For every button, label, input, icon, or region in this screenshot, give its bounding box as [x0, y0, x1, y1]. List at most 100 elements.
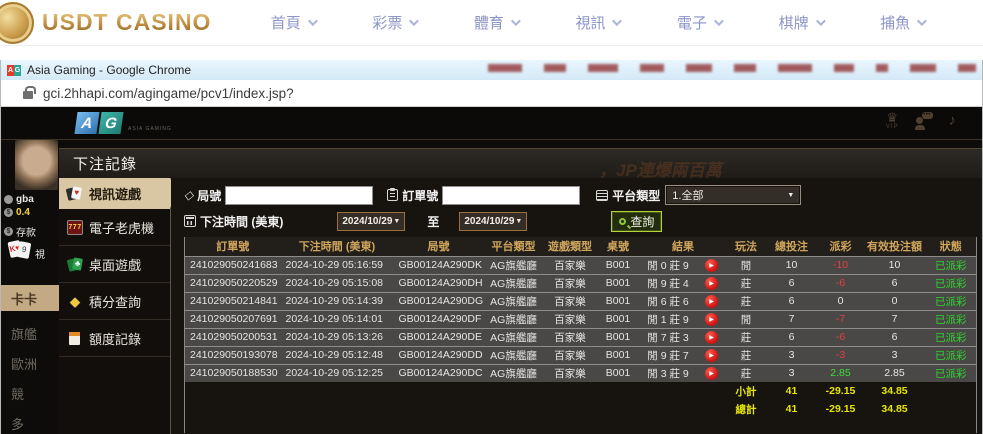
chat-body — [915, 125, 925, 130]
main-nav: 首頁 彩票 體育 視訊 電子 棋牌 捕魚 — [232, 12, 983, 33]
nav-item-live[interactable]: 視訊 — [575, 12, 619, 33]
play-cell: 莊 — [727, 346, 766, 364]
chrome-popup-window: AG Asia Gaming - Google Chrome gci.2hhap… — [0, 60, 983, 434]
dropdown-arrow-icon: ▼ — [515, 218, 522, 225]
sidebar-item-jing[interactable]: 競 — [1, 380, 59, 406]
date-to-picker[interactable]: 2024/10/29 ▼ — [459, 212, 527, 231]
col-header-result: 結果 — [640, 237, 727, 256]
nav-item-lottery[interactable]: 彩票 — [372, 12, 416, 33]
table-row: 2410290502148412024-10-29 05:14:39GB0012… — [185, 292, 977, 310]
play-cell: 閒 — [727, 310, 766, 328]
table-row: 2410290502205292024-10-29 05:15:08GB0012… — [185, 274, 977, 292]
order-input[interactable] — [442, 186, 580, 205]
clipped-label: 視 — [35, 246, 45, 261]
window-title: Asia Gaming - Google Chrome — [27, 63, 191, 77]
replay-cell: ▶ — [697, 310, 727, 328]
menu-item-quota-record[interactable]: 額度記錄 — [59, 320, 170, 357]
search-button[interactable]: 查詢 — [611, 211, 662, 232]
balance: 0.4 — [16, 207, 30, 218]
col-header-order: 訂單號 — [185, 237, 281, 256]
deposit-row[interactable]: $ 存款 — [4, 224, 36, 239]
sidebar-item-europe[interactable]: 歐洲 — [1, 350, 59, 376]
platform-cell: AG旗艦廳 — [484, 310, 544, 328]
play-cell: 莊 — [727, 364, 766, 382]
time-cell: 2024-10-29 05:16:59 — [281, 256, 394, 274]
green-cards-icon: ♣ — [67, 257, 83, 272]
customer-service-icon[interactable]: ••• — [915, 112, 933, 130]
replay-play-icon[interactable]: ▶ — [705, 259, 718, 272]
empty-row — [185, 418, 977, 433]
table-row: 2410290502005312024-10-29 05:13:26GB0012… — [185, 328, 977, 346]
result-cell: 閒 9 莊 4 — [640, 274, 697, 292]
dropdown-arrow-icon: ▼ — [787, 192, 794, 199]
payout-cell: 0 — [818, 292, 864, 310]
platform-cell: AG旗艦廳 — [484, 256, 544, 274]
bet-record-table: 訂單號 下注時間 (美東) 局號 平台類型 遊戲類型 桌號 結果 玩法 總投注 — [184, 237, 977, 433]
sidebar-item-flagship[interactable]: 旗艦 — [1, 320, 59, 346]
nav-item-slots[interactable]: 電子 — [677, 12, 721, 33]
sidebar-item-kaka[interactable]: 卡卡 — [1, 285, 59, 311]
window-title-bar[interactable]: AG Asia Gaming - Google Chrome — [1, 60, 982, 80]
platform-cell: AG旗艦廳 — [484, 364, 544, 382]
game-cell: 百家樂 — [544, 310, 597, 328]
order-cell: 241029050193078 — [185, 346, 281, 364]
total-label: 總計 — [727, 400, 766, 418]
replay-play-icon[interactable]: ▶ — [705, 349, 718, 362]
cards-icon: ♥ — [67, 186, 83, 201]
time-cell: 2024-10-29 05:14:39 — [281, 292, 394, 310]
replay-play-icon[interactable]: ▶ — [705, 295, 718, 308]
game-cell: 百家樂 — [544, 274, 597, 292]
nav-item-fishing[interactable]: 捕魚 — [880, 12, 924, 33]
nav-item-cards[interactable]: 棋牌 — [779, 12, 823, 33]
nav-item-sports[interactable]: 體育 — [474, 12, 518, 33]
time-cell: 2024-10-29 05:13:26 — [281, 328, 394, 346]
replay-play-icon[interactable]: ▶ — [705, 313, 718, 326]
music-icon[interactable]: ♪ — [949, 112, 957, 129]
menu-item-points-query[interactable]: ◆ 積分查詢 — [59, 283, 170, 320]
deposit-label: 存款 — [16, 224, 36, 239]
user-icon — [4, 195, 13, 204]
gem-icon: ◆ — [67, 294, 83, 309]
platform-filter-label: 平台類型 — [596, 187, 660, 204]
replay-play-icon[interactable]: ▶ — [705, 277, 718, 290]
screen: USDT CASINO 首頁 彩票 體育 視訊 電子 棋牌 捕魚 AG Asia… — [0, 0, 983, 434]
clipboard-icon — [387, 189, 398, 201]
replay-play-icon[interactable]: ▶ — [705, 367, 718, 380]
status-cell: 已派彩 — [926, 274, 977, 292]
game-cell: 百家樂 — [544, 346, 597, 364]
replay-play-icon[interactable]: ▶ — [705, 331, 718, 344]
chevron-down-icon — [308, 16, 318, 26]
menu-item-slot-machine[interactable]: 777 電子老虎機 — [59, 209, 170, 246]
ag-logo-g: G — [98, 112, 123, 134]
nav-label: 棋牌 — [779, 12, 809, 33]
chevron-down-icon — [409, 16, 419, 26]
payout-cell: -6 — [818, 328, 864, 346]
table-cell: B001 — [597, 310, 640, 328]
payout-cell: 2.85 — [818, 364, 864, 382]
menu-label: 額度記錄 — [89, 329, 141, 348]
menu-item-live-games[interactable]: ♥ 視訊遊戲 — [59, 178, 170, 209]
col-header-total-bet: 總投注 — [766, 237, 818, 256]
site-logo[interactable]: USDT CASINO — [0, 2, 232, 44]
platform-select[interactable]: 1.全部 ▼ — [665, 185, 801, 205]
table-row: 2410290501885302024-10-29 05:12:25GB0012… — [185, 364, 977, 382]
status-cell: 已派彩 — [926, 310, 977, 328]
url-bar[interactable]: gci.2hhapi.com/agingame/pcv1/index.jsp? — [1, 80, 982, 107]
table-cell: B001 — [597, 256, 640, 274]
table-cell: B001 — [597, 364, 640, 382]
replay-cell: ▶ — [697, 328, 727, 346]
vip-icon[interactable]: ♛ VIP — [886, 111, 899, 130]
round-input[interactable] — [225, 186, 373, 205]
chevron-down-icon — [917, 16, 927, 26]
order-cell: 241029050214841 — [185, 292, 281, 310]
date-from-picker[interactable]: 2024/10/29 ▼ — [337, 212, 405, 231]
blurred-background-text — [488, 64, 976, 72]
sidebar-item-duo[interactable]: 多 — [1, 410, 59, 434]
chevron-down-icon — [511, 16, 521, 26]
replay-cell: ▶ — [697, 274, 727, 292]
menu-item-table-games[interactable]: ♣ 桌面遊戲 — [59, 246, 170, 283]
nav-item-home[interactable]: 首頁 — [271, 12, 315, 33]
avatar[interactable] — [15, 140, 58, 190]
menu-label: 桌面遊戲 — [89, 255, 141, 274]
nav-label: 體育 — [474, 12, 504, 33]
